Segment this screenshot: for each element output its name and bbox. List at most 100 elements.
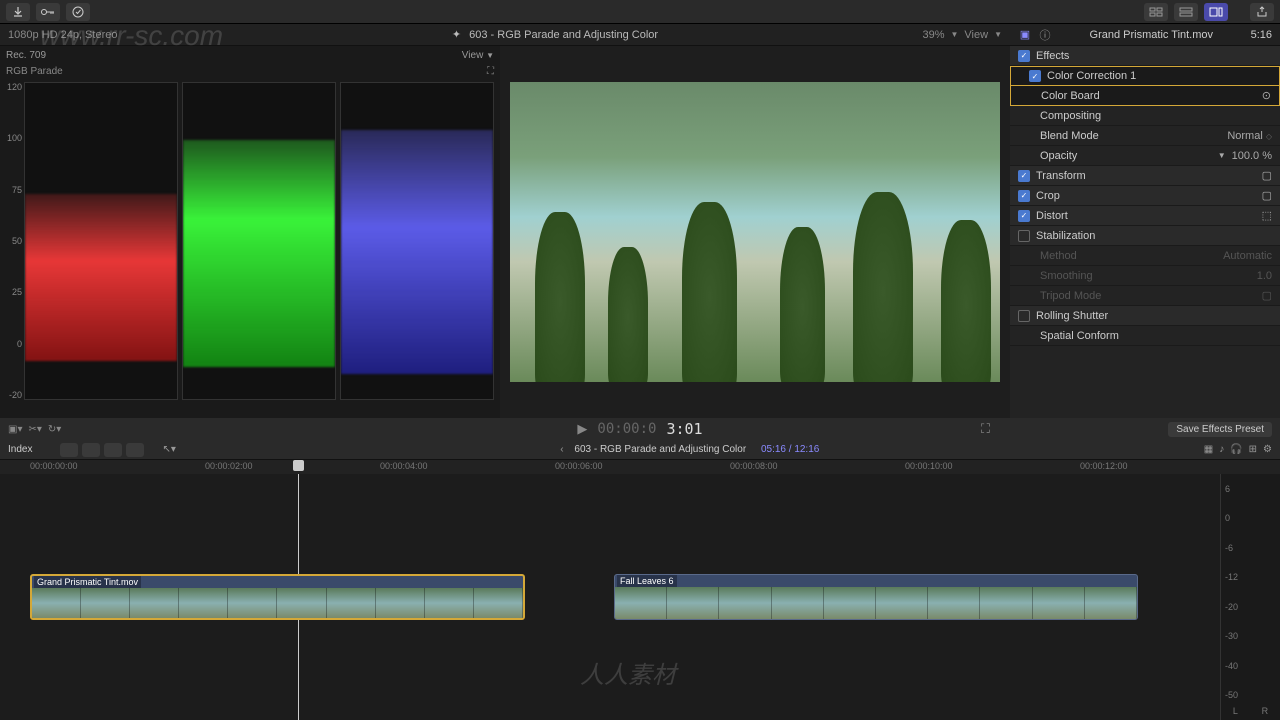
spatial-conform-section[interactable]: Spatial Conform (1010, 326, 1280, 346)
color-board-label: Color Board (1041, 90, 1100, 102)
timeline-body: Grand Prismatic Tint.movFall Leaves 6 60… (0, 474, 1280, 720)
ruler-tick: 00:00:00:00 (30, 461, 78, 471)
smoothing-row: Smoothing 1.0 (1010, 266, 1280, 286)
distort-reset-icon[interactable]: ⬚ (1262, 209, 1272, 222)
import-button[interactable] (6, 3, 30, 21)
info-inspector-tab[interactable]: ⓘ (1038, 28, 1052, 42)
tripod-row: Tripod Mode ▢ (1010, 286, 1280, 306)
scope-expand-icon[interactable]: ⛶ (487, 66, 494, 77)
compositing-label: Compositing (1040, 110, 1101, 122)
blend-mode-row[interactable]: Blend Mode Normal ◇ (1010, 126, 1280, 146)
transform-label: Transform (1036, 170, 1086, 182)
playbar: ▣▾ ✂▾ ↻▾ ▶ 00:00:0 3:01 ⛶ Save Effects Pr… (0, 418, 1280, 440)
clip-name-label: Grand Prismatic Tint.mov (34, 576, 141, 588)
solo-button[interactable]: 🎧 (1230, 444, 1242, 455)
opacity-slider-icon[interactable]: ▼ (1218, 151, 1226, 160)
distort-checkbox[interactable]: ✓ (1018, 210, 1030, 222)
timeline-layout-button[interactable] (1174, 3, 1198, 21)
inspector-clip-name: Grand Prismatic Tint.mov (1090, 29, 1213, 41)
info-row: 1080p HD 24p, Stereo ✦ 603 - RGB Parade … (0, 24, 1280, 46)
inspector-clip-duration: 5:16 (1251, 29, 1272, 41)
overwrite-clip-button[interactable] (126, 443, 144, 457)
retime-menu[interactable]: ↻▾ (48, 424, 61, 435)
viewer-image[interactable] (510, 82, 1000, 382)
connect-clip-button[interactable] (60, 443, 78, 457)
blend-mode-value[interactable]: Normal (1227, 130, 1262, 142)
compositing-section[interactable]: Compositing (1010, 106, 1280, 126)
arrow-tool[interactable]: ↖▾ (162, 444, 175, 455)
spatial-conform-label: Spatial Conform (1040, 330, 1119, 342)
viewer-title: ✦ 603 - RGB Parade and Adjusting Color (250, 28, 860, 41)
timeline-ruler[interactable]: 00:00:00:0000:00:02:0000:00:04:0000:00:0… (0, 460, 1280, 474)
viewer-panel (500, 46, 1010, 418)
wand-icon: ✦ (452, 28, 461, 41)
audio-skimming-button[interactable]: ♪ (1219, 444, 1224, 455)
timeline-clip[interactable]: Grand Prismatic Tint.mov (30, 574, 525, 620)
fullscreen-button[interactable]: ⛶ (981, 421, 990, 437)
rolling-shutter-checkbox[interactable] (1018, 310, 1030, 322)
transform-section[interactable]: ✓ Transform ▢ (1010, 166, 1280, 186)
timeline-settings-button[interactable]: ⚙ (1263, 444, 1272, 455)
scope-type-label: RGB Parade (6, 66, 63, 77)
scopes-panel: Rec. 709 View ▼ RGB Parade ⛶ 120 100 75 … (0, 46, 500, 418)
meter-right-label: R (1262, 706, 1269, 716)
timeline-tracks[interactable]: Grand Prismatic Tint.mov Fall Leaves 6 (0, 474, 1220, 720)
color-board-row[interactable]: Color Board ⊙ (1010, 86, 1280, 106)
color-correction-row[interactable]: ✓ Color Correction 1 (1010, 66, 1280, 86)
play-button[interactable]: ▶ (577, 421, 587, 437)
clip-appearance-menu[interactable]: ▣▾ (8, 424, 22, 435)
tools-menu[interactable]: ✂▾ (28, 424, 41, 435)
transform-checkbox[interactable]: ✓ (1018, 170, 1030, 182)
timeline-clip[interactable]: Fall Leaves 6 (614, 574, 1138, 620)
timecode-prefix: 00:00:0 (597, 421, 656, 437)
ruler-tick: 00:00:08:00 (730, 461, 778, 471)
tripod-checkbox: ▢ (1262, 289, 1272, 302)
playhead-head-icon[interactable] (293, 460, 304, 471)
inspector-layout-button[interactable] (1204, 3, 1228, 21)
distort-label: Distort (1036, 210, 1068, 222)
keyword-button[interactable] (36, 3, 60, 21)
bg-tasks-button[interactable] (66, 3, 90, 21)
timeline-header: Index ↖▾ ‹ 603 - RGB Parade and Adjustin… (0, 440, 1280, 460)
share-button[interactable] (1250, 3, 1274, 21)
color-correction-label: Color Correction 1 (1047, 70, 1136, 82)
crop-reset-icon[interactable]: ▢ (1262, 189, 1272, 202)
crop-section[interactable]: ✓ Crop ▢ (1010, 186, 1280, 206)
ruler-tick: 00:00:02:00 (205, 461, 253, 471)
effects-checkbox[interactable]: ✓ (1018, 50, 1030, 62)
color-correction-checkbox[interactable]: ✓ (1029, 70, 1041, 82)
chevron-down-icon: ▼ (994, 30, 1002, 39)
smoothing-label: Smoothing (1040, 270, 1093, 282)
method-row: Method Automatic (1010, 246, 1280, 266)
timecode-current[interactable]: 3:01 (666, 420, 702, 438)
zoom-level[interactable]: 39% (922, 29, 944, 41)
distort-section[interactable]: ✓ Distort ⬚ (1010, 206, 1280, 226)
meter-tick: -6 (1225, 543, 1238, 553)
snapping-button[interactable]: ⊞ (1249, 444, 1257, 455)
timeline-back-icon[interactable]: ‹ (560, 444, 563, 455)
meter-tick: 6 (1225, 484, 1238, 494)
stabilization-section[interactable]: Stabilization (1010, 226, 1280, 246)
effects-section[interactable]: ✓ Effects (1010, 46, 1280, 66)
opacity-label: Opacity (1040, 150, 1077, 162)
append-clip-button[interactable] (104, 443, 122, 457)
rolling-shutter-section[interactable]: Rolling Shutter (1010, 306, 1280, 326)
browser-layout-button[interactable] (1144, 3, 1168, 21)
view-menu[interactable]: View (964, 29, 988, 41)
effects-label: Effects (1036, 50, 1069, 62)
transform-reset-icon[interactable]: ▢ (1262, 169, 1272, 182)
insert-clip-button[interactable] (82, 443, 100, 457)
rolling-shutter-label: Rolling Shutter (1036, 310, 1108, 322)
save-effects-preset-button[interactable]: Save Effects Preset (1168, 422, 1272, 437)
smoothing-value: 1.0 (1257, 270, 1272, 282)
video-inspector-tab[interactable]: ▣ (1018, 28, 1032, 42)
opacity-value[interactable]: 100.0 % (1232, 150, 1272, 162)
color-board-disclosure-icon[interactable]: ⊙ (1262, 89, 1271, 102)
stabilization-checkbox[interactable] (1018, 230, 1030, 242)
opacity-row[interactable]: Opacity ▼ 100.0 % (1010, 146, 1280, 166)
skimming-button[interactable]: ▦ (1204, 444, 1213, 455)
meter-tick: -40 (1225, 661, 1238, 671)
crop-checkbox[interactable]: ✓ (1018, 190, 1030, 202)
scope-view-menu[interactable]: View ▼ (462, 50, 494, 61)
index-button[interactable]: Index (8, 444, 32, 455)
